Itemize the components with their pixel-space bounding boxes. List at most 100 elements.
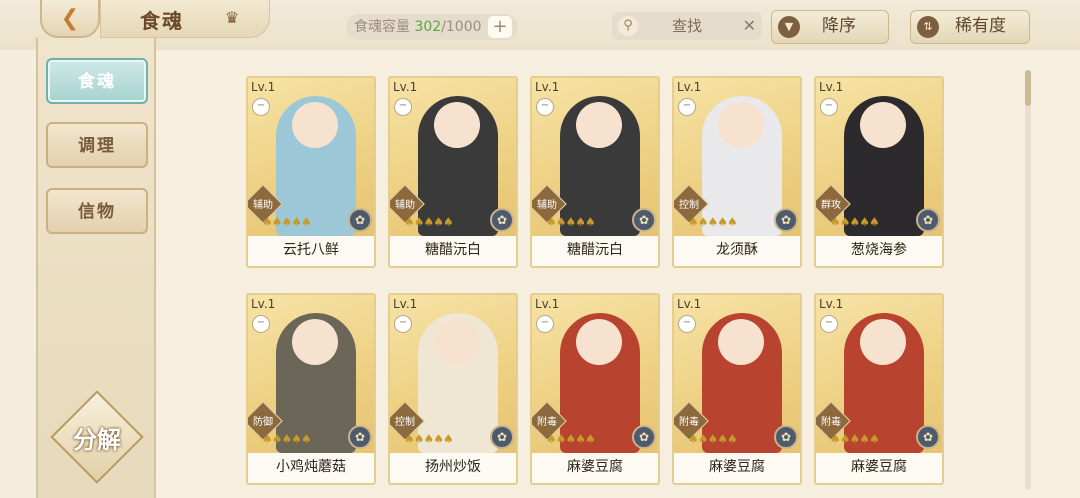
sort-order-label: 降序 — [822, 16, 856, 36]
tab-tiaoli[interactable]: 调理 — [46, 122, 148, 168]
food-soul-card[interactable]: Lv.1 − 附毒 ♠♠♠♠♠ ✿ 麻婆豆腐 — [672, 293, 802, 485]
card-name: 糖醋沅白 — [532, 236, 658, 266]
sort-order-button[interactable]: ▼ 降序 — [771, 10, 889, 44]
equip-slot-icon: − — [536, 315, 554, 333]
role-label: 控制 — [395, 417, 415, 428]
food-soul-card[interactable]: Lv.1 − 群攻 ♠♠♠♠♠ ✿ 葱烧海参 — [814, 76, 944, 268]
element-icon: ✿ — [348, 425, 372, 449]
decompose-label: 分解 — [73, 426, 121, 454]
equip-slot-icon: − — [678, 98, 696, 116]
star-rating: ♠♠♠♠♠ — [262, 432, 312, 446]
role-label: 辅助 — [537, 200, 557, 211]
capacity-total: /1000 — [441, 19, 482, 35]
character-head — [860, 102, 906, 148]
scroll-thumb[interactable] — [1025, 70, 1031, 106]
capacity-used: 302 — [414, 19, 442, 35]
equip-slot-icon: − — [394, 315, 412, 333]
star-rating: ♠♠♠♠♠ — [688, 432, 738, 446]
sort-key-label: 稀有度 — [955, 16, 1006, 36]
character-head — [292, 319, 338, 365]
card-level: Lv.1 — [393, 80, 418, 94]
character-head — [434, 319, 480, 365]
character-head — [576, 102, 622, 148]
element-icon: ✿ — [774, 208, 798, 232]
capacity-label: 食魂容量 — [354, 19, 410, 35]
element-icon: ✿ — [348, 208, 372, 232]
food-soul-card[interactable]: Lv.1 − 附毒 ♠♠♠♠♠ ✿ 麻婆豆腐 — [530, 293, 660, 485]
equip-slot-icon: − — [394, 98, 412, 116]
card-name: 糖醋沅白 — [390, 236, 516, 266]
card-name: 葱烧海参 — [816, 236, 942, 266]
element-icon: ✿ — [632, 425, 656, 449]
food-soul-card[interactable]: Lv.1 − 防御 ♠♠♠♠♠ ✿ 小鸡炖蘑菇 — [246, 293, 376, 485]
role-label: 辅助 — [253, 200, 273, 211]
food-soul-card[interactable]: Lv.1 − 控制 ♠♠♠♠♠ ✿ 龙须酥 — [672, 76, 802, 268]
star-rating: ♠♠♠♠♠ — [262, 215, 312, 229]
role-label: 群攻 — [821, 200, 841, 211]
element-icon: ✿ — [916, 425, 940, 449]
sort-order-icon: ▼ — [778, 16, 800, 38]
character-head — [718, 102, 764, 148]
tab-shihun[interactable]: 食魂 — [46, 58, 148, 104]
card-level: Lv.1 — [819, 297, 844, 311]
search-icon: ⚲ — [618, 16, 638, 36]
scrollbar[interactable] — [1025, 70, 1031, 490]
equip-slot-icon: − — [536, 98, 554, 116]
decompose-button[interactable]: 分解 — [50, 390, 144, 484]
card-name: 云托八鲜 — [248, 236, 374, 266]
card-level: Lv.1 — [677, 80, 702, 94]
star-rating: ♠♠♠♠♠ — [830, 215, 880, 229]
search-label: 查找 — [672, 17, 703, 35]
card-name: 龙须酥 — [674, 236, 800, 266]
card-name: 小鸡炖蘑菇 — [248, 453, 374, 483]
character-head — [292, 102, 338, 148]
sort-key-button[interactable]: ⇅ 稀有度 — [910, 10, 1030, 44]
equip-slot-icon: − — [678, 315, 696, 333]
tab-xinwu[interactable]: 信物 — [46, 188, 148, 234]
equip-slot-icon: − — [252, 315, 270, 333]
star-rating: ♠♠♠♠♠ — [546, 215, 596, 229]
character-head — [718, 319, 764, 365]
role-label: 附毒 — [679, 417, 699, 428]
role-label: 附毒 — [537, 417, 557, 428]
role-label: 附毒 — [821, 417, 841, 428]
back-button[interactable]: ❮ — [40, 0, 100, 38]
element-icon: ✿ — [774, 425, 798, 449]
card-name: 麻婆豆腐 — [816, 453, 942, 483]
star-rating: ♠♠♠♠♠ — [546, 432, 596, 446]
search-box[interactable]: ⚲ 查找 ✕ — [612, 12, 762, 40]
food-soul-card[interactable]: Lv.1 − 辅助 ♠♠♠♠♠ ✿ 糖醋沅白 — [388, 76, 518, 268]
card-name: 扬州炒饭 — [390, 453, 516, 483]
page-title: 食魂 — [140, 9, 184, 33]
crown-icon: ♛ — [224, 8, 240, 27]
food-soul-card[interactable]: Lv.1 − 辅助 ♠♠♠♠♠ ✿ 云托八鲜 — [246, 76, 376, 268]
card-name: 麻婆豆腐 — [532, 453, 658, 483]
food-soul-card[interactable]: Lv.1 − 辅助 ♠♠♠♠♠ ✿ 糖醋沅白 — [530, 76, 660, 268]
role-label: 辅助 — [395, 200, 415, 211]
card-level: Lv.1 — [677, 297, 702, 311]
character-head — [576, 319, 622, 365]
clear-search-icon[interactable]: ✕ — [743, 12, 756, 40]
equip-slot-icon: − — [820, 315, 838, 333]
star-rating: ♠♠♠♠♠ — [830, 432, 880, 446]
card-level: Lv.1 — [535, 297, 560, 311]
food-soul-card[interactable]: Lv.1 − 控制 ♠♠♠♠♠ ✿ 扬州炒饭 — [388, 293, 518, 485]
element-icon: ✿ — [632, 208, 656, 232]
star-rating: ♠♠♠♠♠ — [404, 215, 454, 229]
equip-slot-icon: − — [252, 98, 270, 116]
element-icon: ✿ — [490, 208, 514, 232]
card-level: Lv.1 — [251, 297, 276, 311]
back-arrow-icon: ❮ — [60, 5, 80, 31]
card-level: Lv.1 — [251, 80, 276, 94]
card-level: Lv.1 — [819, 80, 844, 94]
left-edge-panel — [0, 50, 36, 498]
card-level: Lv.1 — [535, 80, 560, 94]
card-level: Lv.1 — [393, 297, 418, 311]
add-capacity-button[interactable]: + — [488, 16, 512, 38]
swap-icon: ⇅ — [917, 16, 939, 38]
character-head — [860, 319, 906, 365]
element-icon: ✿ — [490, 425, 514, 449]
food-soul-card[interactable]: Lv.1 − 附毒 ♠♠♠♠♠ ✿ 麻婆豆腐 — [814, 293, 944, 485]
star-rating: ♠♠♠♠♠ — [404, 432, 454, 446]
role-label: 防御 — [253, 417, 273, 428]
